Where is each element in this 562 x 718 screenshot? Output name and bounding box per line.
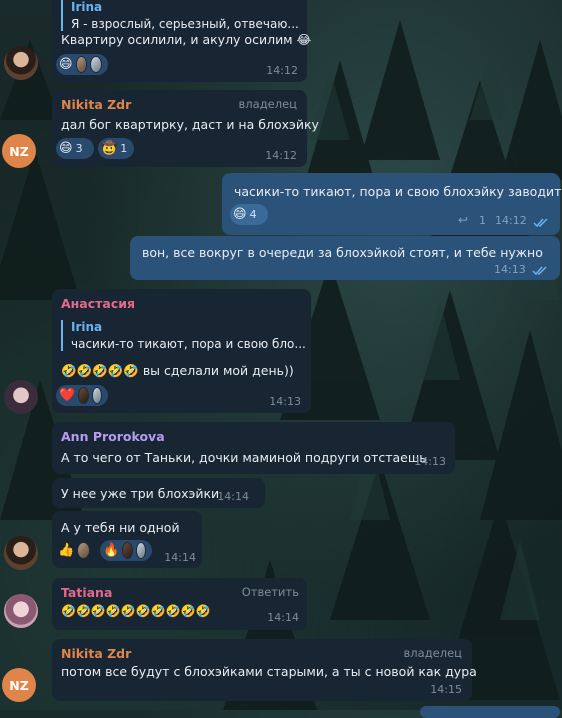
laughing-emojis: 🤣🤣🤣🤣🤣🤣🤣🤣🤣🤣 xyxy=(61,604,211,618)
reply-text: часики-то тикают, пора и свою бло... xyxy=(71,337,306,351)
user-avatar[interactable] xyxy=(4,594,38,628)
reaction-emoji: 👍 xyxy=(58,543,75,558)
sender-name[interactable]: Ann Prorokova xyxy=(61,429,165,444)
reactor-avatar xyxy=(91,387,102,404)
message-time: 14:14 xyxy=(267,611,299,624)
reaction-count: 3 xyxy=(75,142,83,155)
message-time: 14:14 xyxy=(217,490,249,503)
reply-quote[interactable]: Irina Я - взрослый, серьезный, отвечаю..… xyxy=(61,0,299,31)
message-bubble[interactable]: А у тебя ни одной 👍 🔥 14:14 xyxy=(52,511,202,568)
message-time: 14:14 xyxy=(164,551,196,564)
message-text: потом все будут с блохэйками старыми, а … xyxy=(61,664,477,679)
message-text: часики-то тикают, пора и свою блохэйку з… xyxy=(234,184,562,199)
reactor-avatar xyxy=(75,56,88,73)
message-text: вон, все вокруг в очереди за блохэйкой с… xyxy=(142,245,543,260)
sender-name[interactable]: Nikita Zdr xyxy=(61,646,131,661)
reply-action[interactable]: Ответить xyxy=(242,585,299,599)
sender-name[interactable]: Анастасия xyxy=(61,296,135,311)
user-avatar[interactable] xyxy=(4,536,38,570)
avatar-initials: NZ xyxy=(9,143,29,159)
reaction-emoji: 😄 xyxy=(59,57,73,72)
reply-quote[interactable]: Irina часики-то тикают, пора и свою бло.… xyxy=(61,320,306,351)
message-bubble[interactable]: Irina Я - взрослый, серьезный, отвечаю..… xyxy=(52,0,311,82)
user-avatar[interactable] xyxy=(4,46,38,80)
sender-name[interactable]: Nikita Zdr xyxy=(61,97,131,112)
reactor-avatar xyxy=(78,387,89,404)
outgoing-message-bubble[interactable]: вон, все вокруг в очереди за блохэйкой с… xyxy=(130,236,560,280)
reply-author: Irina xyxy=(71,0,103,14)
reaction-chip[interactable]: 🔥 xyxy=(100,540,152,561)
outgoing-message-bubble[interactable]: часики-то тикают, пора и свою блохэйку з… xyxy=(222,173,562,235)
user-avatar[interactable]: NZ xyxy=(2,134,36,168)
double-check-icon xyxy=(533,216,549,228)
message-bubble[interactable]: Анастасия Irina часики-то тикают, пора и… xyxy=(52,289,311,413)
message-text: дал бог квартирку, даст и на блохэйку xyxy=(61,117,319,132)
reaction-chip[interactable]: 👍 xyxy=(56,540,96,561)
reaction-emoji: 😄 xyxy=(59,141,73,156)
reply-count: 1 xyxy=(479,214,486,227)
avatar-initials: NZ xyxy=(9,677,29,693)
reactor-avatar xyxy=(77,542,90,559)
sender-role: владелец xyxy=(403,646,462,660)
reply-author: Irina xyxy=(71,320,103,334)
double-check-icon xyxy=(532,264,548,276)
reaction-chip[interactable]: ❤️ xyxy=(56,385,108,406)
message-time: 14:12 xyxy=(266,64,298,77)
laughing-emojis: 🤣🤣🤣🤣🤣 xyxy=(61,363,139,378)
message-text: А у тебя ни одной xyxy=(61,520,180,535)
message-bubble[interactable]: Tatiana Ответить 🤣🤣🤣🤣🤣🤣🤣🤣🤣🤣 14:14 xyxy=(52,578,307,630)
message-time: 14:15 xyxy=(430,683,462,696)
reaction-emoji: 🔥 xyxy=(103,543,120,558)
message-time: 14:13 xyxy=(269,395,301,408)
reaction-emoji: ❤️ xyxy=(59,388,76,403)
message-text: 🤣🤣🤣🤣🤣 вы сделали мой день)) xyxy=(61,363,294,379)
message-text: Квартиру осилили, и акулу осилим 😂 xyxy=(61,32,312,47)
reaction-count: 1 xyxy=(120,142,128,155)
reactor-avatar xyxy=(135,542,146,559)
sender-name[interactable]: Tatiana xyxy=(61,585,112,600)
reaction-chip[interactable]: 🤠 1 xyxy=(98,138,134,159)
message-time: 14:12 xyxy=(495,214,527,227)
outgoing-message-bubble[interactable] xyxy=(420,706,560,718)
message-time: 14:12 xyxy=(265,149,297,162)
reaction-chip[interactable]: 😄 xyxy=(56,54,108,75)
reply-text: Я - взрослый, серьезный, отвечаю... xyxy=(71,17,299,31)
reaction-emoji: 😄 xyxy=(233,207,247,222)
message-bubble[interactable]: Nikita Zdr владелец потом все будут с бл… xyxy=(52,639,477,701)
message-bubble[interactable]: У нее уже три блохэйки 14:14 xyxy=(52,478,265,508)
reactor-avatar xyxy=(90,56,102,73)
reply-arrow-icon[interactable]: ↩ xyxy=(458,213,468,227)
reactor-avatar xyxy=(122,542,133,559)
message-text: А то чего от Таньки, дочки маминой подру… xyxy=(61,450,427,465)
user-avatar[interactable]: NZ xyxy=(2,668,36,702)
sender-role: владелец xyxy=(238,97,297,111)
message-bubble[interactable]: Ann Prorokova А то чего от Таньки, дочки… xyxy=(52,422,455,474)
reaction-chip[interactable]: 😄 4 xyxy=(230,204,268,225)
message-body: вы сделали мой день)) xyxy=(142,363,294,378)
message-text: У нее уже три блохэйки xyxy=(61,486,220,501)
reaction-count: 4 xyxy=(249,208,257,221)
message-bubble[interactable]: Nikita Zdr владелец дал бог квартирку, д… xyxy=(52,90,319,167)
user-avatar[interactable] xyxy=(4,380,38,414)
reaction-chip[interactable]: 😄 3 xyxy=(56,138,94,159)
message-time: 14:13 xyxy=(494,263,526,276)
message-time: 14:13 xyxy=(414,455,446,468)
reaction-emoji: 🤠 xyxy=(101,141,118,156)
